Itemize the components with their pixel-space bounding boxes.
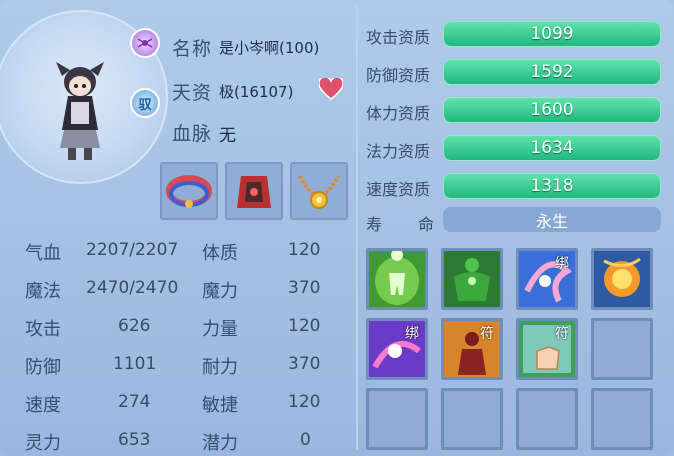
attr-value: 120 xyxy=(288,392,321,412)
skill-slot[interactable] xyxy=(591,248,653,310)
name-label: 名称 xyxy=(172,38,213,60)
skill-slot[interactable]: 绑 xyxy=(516,248,578,310)
stat-label: 攻击 xyxy=(25,319,61,340)
stat-value: 274 xyxy=(118,392,151,412)
skill-slot[interactable]: 符 xyxy=(516,318,578,380)
attr-label: 耐力 xyxy=(202,357,238,378)
skill-slot-empty[interactable] xyxy=(366,388,428,450)
equip-slot-collar[interactable] xyxy=(160,162,218,220)
life-label-second: 命 xyxy=(418,215,435,234)
attr-label: 体质 xyxy=(202,243,238,264)
spider-emblem-icon[interactable] xyxy=(130,28,160,58)
life-label-first: 寿 xyxy=(366,215,383,234)
skill-bind-tag: 绑 xyxy=(405,326,419,342)
skill-slot[interactable] xyxy=(441,248,503,310)
attr-label: 魔力 xyxy=(202,281,238,302)
attr-label: 潜力 xyxy=(202,433,238,454)
attr-value: 0 xyxy=(300,430,311,450)
quality-label: 防御资质 xyxy=(366,66,431,85)
quality-bar: 1592 xyxy=(443,59,661,85)
skill-slot-empty[interactable] xyxy=(441,388,503,450)
fire-orb-skill-icon xyxy=(594,251,650,307)
quality-bar: 1318 xyxy=(443,173,661,199)
stat-value: 626 xyxy=(118,316,151,336)
attr-value: 370 xyxy=(288,278,321,298)
stat-value: 2207/2207 xyxy=(86,240,179,260)
stat-value: 2470/2470 xyxy=(86,278,179,298)
skill-talisman-tag: 符 xyxy=(480,326,494,342)
green-aura-skill-icon xyxy=(369,251,425,307)
stat-value: 653 xyxy=(118,430,151,450)
quality-label: 体力资质 xyxy=(366,104,431,123)
aptitude-value: 极(16107) xyxy=(219,83,294,101)
attr-label: 敏捷 xyxy=(202,395,238,416)
skill-slot-empty[interactable] xyxy=(591,318,653,380)
quality-bar: 1634 xyxy=(443,135,661,161)
collar-equipment-icon xyxy=(166,175,212,208)
attr-label: 力量 xyxy=(202,319,238,340)
stat-label: 气血 xyxy=(25,243,61,264)
quality-bar: 1600 xyxy=(443,97,661,123)
green-giant-skill-icon xyxy=(444,251,500,307)
stat-label: 速度 xyxy=(25,395,61,416)
attr-value: 370 xyxy=(288,354,321,374)
armor-equipment-icon xyxy=(237,176,271,208)
pet-character-sprite xyxy=(56,62,104,160)
skill-slot-empty[interactable] xyxy=(591,388,653,450)
equip-slot-necklace[interactable] xyxy=(290,162,348,220)
quality-label: 法力资质 xyxy=(366,142,431,161)
life-value: 永生 xyxy=(443,207,661,232)
heart-icon[interactable] xyxy=(319,78,343,100)
skill-slot-empty[interactable] xyxy=(516,388,578,450)
bloodline-value: 无 xyxy=(219,126,236,146)
skill-bind-tag: 绑 xyxy=(555,256,569,272)
aptitude-label: 天资 xyxy=(172,82,213,104)
skill-slot[interactable] xyxy=(366,248,428,310)
equip-slot-armor[interactable] xyxy=(225,162,283,220)
skill-slot[interactable]: 绑 xyxy=(366,318,428,380)
quality-label: 速度资质 xyxy=(366,180,431,199)
necklace-equipment-icon xyxy=(298,175,340,209)
tame-badge-icon[interactable]: 驭 xyxy=(130,88,160,118)
quality-label: 攻击资质 xyxy=(366,28,431,47)
attr-value: 120 xyxy=(288,240,321,260)
stat-label: 灵力 xyxy=(25,433,61,454)
attr-value: 120 xyxy=(288,316,321,336)
skill-talisman-tag: 符 xyxy=(555,326,569,342)
stat-label: 防御 xyxy=(25,357,61,378)
name-value: 是小岑啊(100) xyxy=(219,39,320,57)
column-divider xyxy=(356,6,358,450)
quality-bar: 1099 xyxy=(443,21,661,47)
stat-label: 魔法 xyxy=(25,281,61,302)
stat-value: 1101 xyxy=(113,354,157,374)
bloodline-label: 血脉 xyxy=(172,123,213,145)
skill-slot[interactable]: 符 xyxy=(441,318,503,380)
